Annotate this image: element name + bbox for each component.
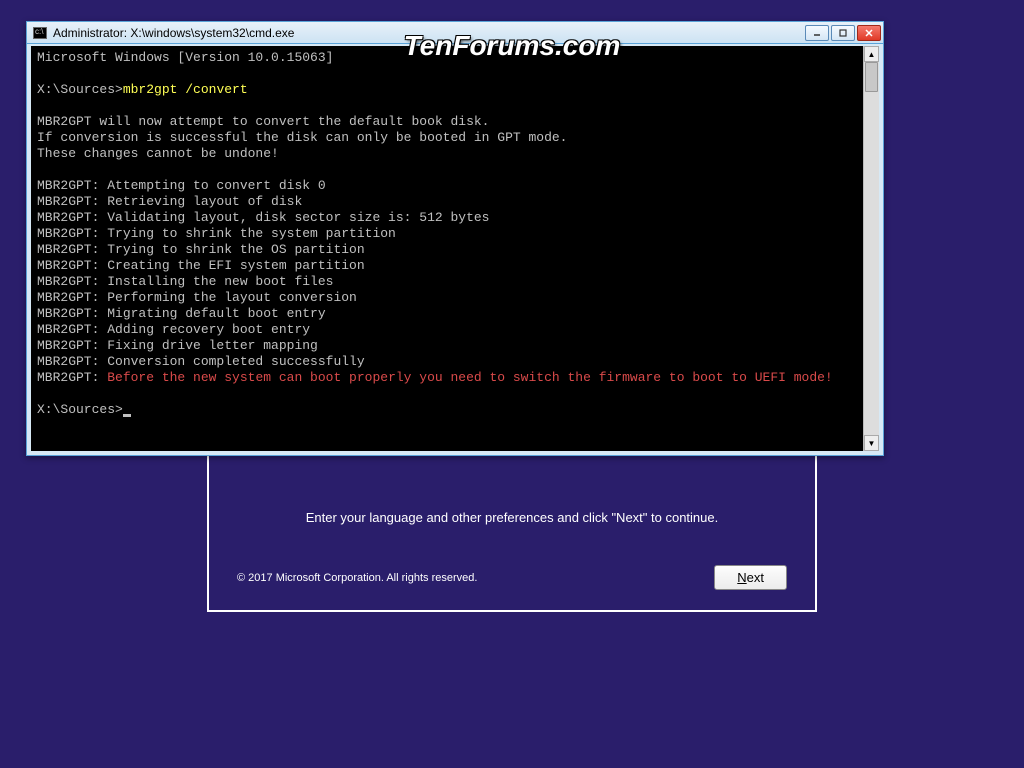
maximize-button[interactable]: [831, 25, 855, 41]
windows-setup-panel: Enter your language and other preference…: [207, 448, 817, 612]
scroll-up-icon[interactable]: ▲: [864, 46, 879, 62]
next-button[interactable]: Next: [714, 565, 787, 590]
cmd-window: c:\ Administrator: X:\windows\system32\c…: [26, 21, 884, 456]
window-title: Administrator: X:\windows\system32\cmd.e…: [53, 26, 294, 40]
cursor: [123, 414, 131, 417]
vertical-scrollbar[interactable]: ▲ ▼: [863, 46, 879, 451]
setup-instruction: Enter your language and other preference…: [237, 510, 787, 525]
typed-command: mbr2gpt /convert: [123, 82, 248, 97]
close-button[interactable]: [857, 25, 881, 41]
minimize-button[interactable]: [805, 25, 829, 41]
scroll-down-icon[interactable]: ▼: [864, 435, 879, 451]
copyright-text: © 2017 Microsoft Corporation. All rights…: [237, 572, 477, 584]
cmd-icon: c:\: [33, 27, 47, 39]
console-output[interactable]: Microsoft Windows [Version 10.0.15063] X…: [31, 46, 863, 451]
titlebar[interactable]: c:\ Administrator: X:\windows\system32\c…: [27, 22, 883, 44]
uefi-warning: Before the new system can boot properly …: [107, 370, 833, 385]
scroll-thumb[interactable]: [865, 62, 878, 92]
